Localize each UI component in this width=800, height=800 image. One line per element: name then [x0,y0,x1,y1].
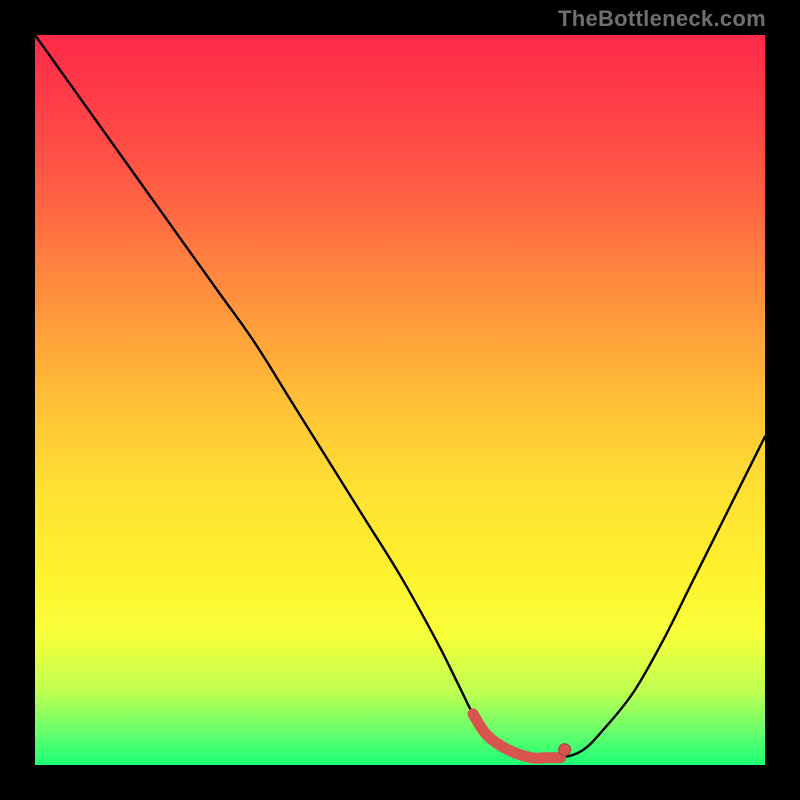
bottleneck-curve [35,35,765,758]
plot-area [35,35,765,765]
plot-svg [35,35,765,765]
valley-marker [473,714,561,758]
valley-end-dot [559,744,571,756]
watermark-text: TheBottleneck.com [558,6,766,32]
chart-frame: TheBottleneck.com [0,0,800,800]
